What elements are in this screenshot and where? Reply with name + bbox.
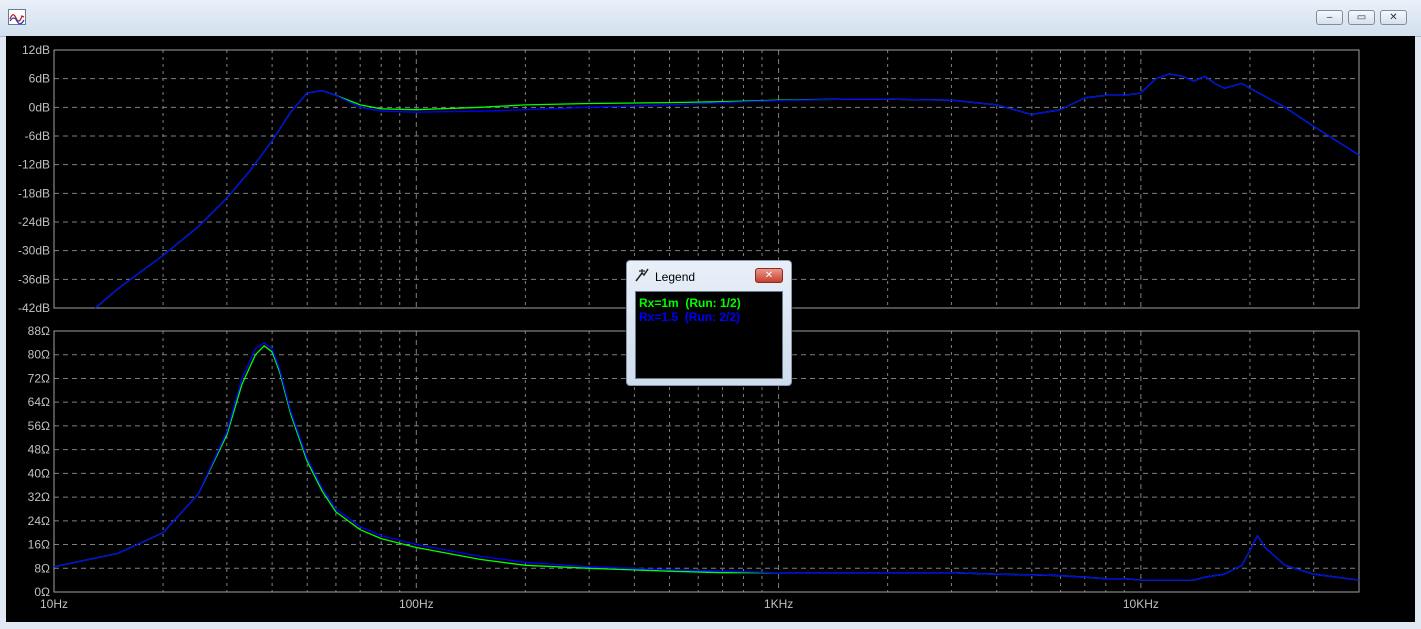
top-ytick-label: -42dB [18, 301, 50, 315]
legend-entry-run1: Rx=1m (Run: 1/2) [639, 296, 741, 310]
legend-body: Rx=1m (Run: 1/2) Rx=1.5 (Run: 2/2) [635, 291, 783, 379]
xtick-label: 10Hz [40, 597, 68, 611]
top-ytick-label: 6dB [29, 72, 50, 86]
legend-entry-run2: Rx=1.5 (Run: 2/2) [639, 310, 741, 324]
xtick-label: 1KHz [764, 597, 793, 611]
bottom-ytick-label: 88Ω [28, 324, 50, 338]
legend-window[interactable]: Legend ✕ Rx=1m (Run: 1/2) Rx=1.5 (Run: 2… [626, 260, 792, 386]
maximize-button[interactable]: ▭ [1348, 10, 1375, 25]
top-ytick-label: -18dB [18, 186, 50, 200]
top-ytick-label: 12dB [22, 43, 50, 57]
minimize-button[interactable]: ‒ [1316, 10, 1343, 25]
bottom-ytick-label: 64Ω [28, 395, 50, 409]
bottom-ytick-label: 72Ω [28, 371, 50, 385]
bottom-ytick-label: 48Ω [28, 443, 50, 457]
window-titlebar: ‒ ▭ ✕ [0, 0, 1421, 37]
bottom-ytick-label: 24Ω [28, 514, 50, 528]
waveform-app-icon [8, 9, 26, 25]
bottom-ytick-label: 16Ω [28, 538, 50, 552]
top-ytick-label: -12dB [18, 158, 50, 172]
bottom-ytick-label: 32Ω [28, 490, 50, 504]
legend-title: Legend [655, 270, 696, 284]
probe-icon [635, 268, 649, 282]
top-ytick-label: -24dB [18, 215, 50, 229]
xtick-label: 100Hz [399, 597, 434, 611]
bottom-ytick-label: 56Ω [28, 419, 50, 433]
close-window-button[interactable]: ✕ [1380, 10, 1407, 25]
top-ytick-label: -6dB [25, 129, 50, 143]
top-ytick-label: -30dB [18, 244, 50, 258]
legend-close-button[interactable]: ✕ [755, 268, 783, 283]
top-ytick-label: -36dB [18, 272, 50, 286]
bottom-ytick-label: 40Ω [28, 466, 50, 480]
top-ytick-label: 0dB [29, 100, 50, 114]
bottom-ytick-label: 8Ω [34, 561, 50, 575]
bottom-ytick-label: 80Ω [28, 348, 50, 362]
legend-titlebar[interactable]: Legend ✕ [627, 261, 791, 289]
xtick-label: 10KHz [1123, 597, 1159, 611]
